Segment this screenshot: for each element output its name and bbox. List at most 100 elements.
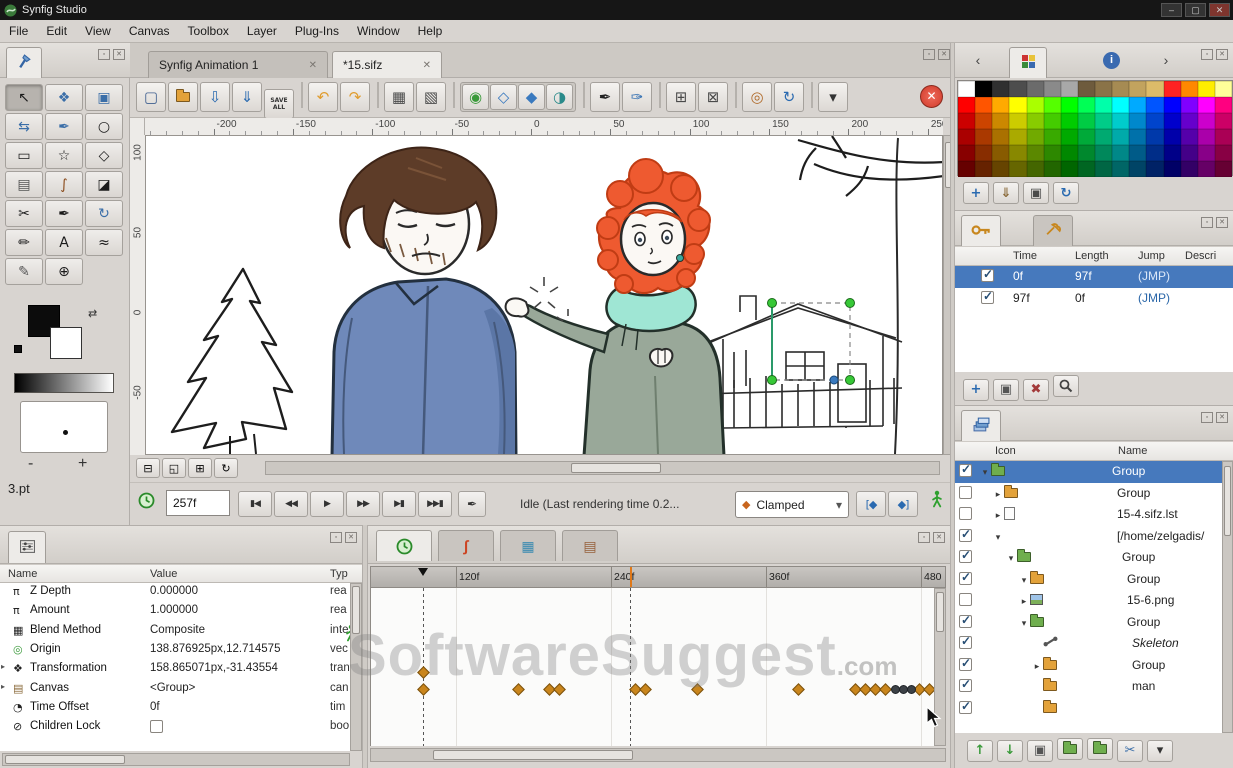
layers-vertical-scrollbar[interactable] — [1222, 461, 1233, 733]
panel-close-icon[interactable]: ✕ — [113, 49, 125, 60]
palette-swatch[interactable] — [1214, 113, 1232, 129]
waypoint-dot-icon[interactable] — [907, 685, 916, 694]
brush-size-decrease-button[interactable]: - — [28, 455, 33, 473]
menu-toolbox[interactable]: Toolbox — [179, 20, 238, 42]
panel-close-icon[interactable]: ✕ — [938, 49, 950, 60]
rotate-tool-button[interactable]: ↻ — [85, 200, 123, 227]
scrollbar-thumb[interactable] — [571, 463, 661, 473]
palette-swatch[interactable] — [1214, 161, 1232, 177]
palette-swatch[interactable] — [992, 97, 1010, 113]
children-lock-checkbox[interactable] — [150, 720, 163, 734]
palette-swatch[interactable] — [958, 161, 976, 177]
palette-swatch[interactable] — [1163, 145, 1181, 161]
expander-icon[interactable]: ▸ — [1, 682, 5, 691]
layer-visibility-checkbox[interactable] — [959, 462, 972, 477]
menu-window[interactable]: Window — [348, 20, 409, 42]
palette-swatch[interactable] — [975, 97, 993, 113]
palette-swatch[interactable] — [1026, 129, 1044, 145]
palette-swatch[interactable] — [1129, 113, 1147, 129]
keyframe-row[interactable]: 0f 97f (JMP) — [955, 266, 1233, 288]
palette-swatch[interactable] — [958, 97, 976, 113]
tab-close-icon[interactable]: ✕ — [423, 60, 431, 71]
palette-swatch[interactable] — [1146, 145, 1164, 161]
palette-swatch[interactable] — [1112, 97, 1130, 113]
sketch-tool-button[interactable]: ✎ — [5, 258, 43, 285]
palette-swatch[interactable] — [975, 145, 993, 161]
palette-swatch[interactable] — [1095, 161, 1113, 177]
draw-tool-button[interactable]: ✏ — [5, 229, 43, 256]
palette-swatch[interactable] — [1180, 97, 1198, 113]
close-canvas-button[interactable]: ✕ — [920, 85, 943, 108]
panel-close-icon[interactable]: ✕ — [345, 532, 357, 543]
layer-row[interactable]: man — [955, 676, 1233, 698]
timetrack-tab-time[interactable] — [376, 530, 432, 561]
timetrack-horizontal-scrollbar[interactable] — [370, 748, 946, 762]
palette-swatch[interactable] — [1060, 97, 1078, 113]
save-all-button[interactable]: SAVE ALL — [264, 89, 294, 119]
palette-swatch[interactable] — [1060, 145, 1078, 161]
seek-begin-button[interactable]: ▮◀ — [238, 491, 272, 517]
document-tab[interactable]: Synfig Animation 1 ✕ — [148, 51, 328, 78]
timetrack-vertical-scrollbar[interactable] — [934, 588, 946, 746]
keyframe-jump-link[interactable]: (JMP) — [1138, 291, 1170, 305]
layers-tab[interactable] — [961, 410, 1001, 441]
menu-edit[interactable]: Edit — [37, 20, 76, 42]
chevron-right-icon[interactable]: › — [1155, 48, 1177, 72]
palette-swatch[interactable] — [1146, 81, 1164, 97]
mirror-tool-button[interactable]: ⇆ — [5, 113, 43, 140]
star-tool-button[interactable]: ☆ — [45, 142, 83, 169]
render-button[interactable]: ▦ — [384, 82, 414, 112]
layer-visibility-checkbox[interactable] — [959, 570, 972, 585]
layer-visibility-checkbox[interactable] — [959, 699, 972, 714]
pen-mode-button[interactable]: ✒ — [590, 82, 620, 112]
menu-layer[interactable]: Layer — [238, 20, 286, 42]
palette-swatch[interactable] — [1146, 161, 1164, 177]
expander-icon[interactable]: ▸ — [992, 510, 1004, 521]
add-keyframe-button[interactable]: + — [963, 378, 989, 401]
keyframe-tools-tab[interactable] — [1033, 215, 1073, 246]
palette-swatch[interactable] — [1009, 145, 1027, 161]
palette-swatch[interactable] — [1095, 129, 1113, 145]
palette-swatch[interactable] — [1197, 97, 1215, 113]
palette-swatch[interactable] — [1129, 161, 1147, 177]
panel-close-icon[interactable]: ✕ — [1216, 412, 1228, 423]
minimize-button[interactable]: – — [1161, 3, 1182, 17]
layer-row[interactable]: ▾ Group — [955, 569, 1233, 591]
palette-swatch[interactable] — [1077, 97, 1095, 113]
param-row[interactable]: π Z Depth 0.000000 rea — [0, 583, 362, 602]
animate-mode-button[interactable]: ◑ — [546, 84, 573, 110]
prev-frame-button[interactable]: ◀◀ — [274, 491, 308, 517]
toolbox-tab[interactable] — [6, 47, 42, 78]
layer-row[interactable]: ▾ Group — [955, 547, 1233, 569]
refresh-palette-button[interactable]: ↻ — [1053, 182, 1079, 204]
expander-icon[interactable]: ▸ — [1018, 596, 1030, 607]
palette-swatch[interactable] — [958, 81, 976, 97]
layer-visibility-checkbox[interactable] — [959, 634, 972, 649]
layer-row[interactable]: ▸ Group — [955, 483, 1233, 505]
palette-swatch[interactable] — [1060, 81, 1078, 97]
palette-swatch[interactable] — [1009, 129, 1027, 145]
palette-swatch[interactable] — [1197, 161, 1215, 177]
palette-swatch[interactable] — [1129, 145, 1147, 161]
save-button[interactable]: ⇩ — [200, 82, 230, 112]
eyedrop-tool-button[interactable]: ✒ — [45, 113, 83, 140]
low-res-toggle-button[interactable]: ◎ — [742, 82, 772, 112]
expander-icon[interactable]: ▾ — [1018, 575, 1030, 586]
layer-row[interactable]: ▸ 15-6.png — [955, 590, 1233, 612]
info-icon[interactable]: i — [1103, 52, 1120, 69]
panel-detach-icon[interactable]: ▫ — [1201, 49, 1213, 60]
raise-layer-button[interactable]: ↑ — [967, 739, 993, 762]
menu-plug-ins[interactable]: Plug-Ins — [286, 20, 348, 42]
palette-swatch[interactable] — [1129, 129, 1147, 145]
fill-tool-button[interactable]: ◪ — [85, 171, 123, 198]
waypoint-icon[interactable] — [512, 683, 525, 696]
panel-detach-icon[interactable]: ▫ — [330, 532, 342, 543]
param-row[interactable]: ⊘ Children Lock boo — [0, 718, 362, 737]
palette-swatch[interactable] — [975, 81, 993, 97]
palette-tab[interactable] — [1009, 47, 1047, 78]
layer-visibility-checkbox[interactable] — [959, 656, 972, 671]
tab-close-icon[interactable]: ✕ — [309, 60, 317, 71]
waypoint-icon[interactable] — [879, 683, 892, 696]
palette-swatch[interactable] — [1214, 81, 1232, 97]
palette-swatch[interactable] — [1095, 81, 1113, 97]
